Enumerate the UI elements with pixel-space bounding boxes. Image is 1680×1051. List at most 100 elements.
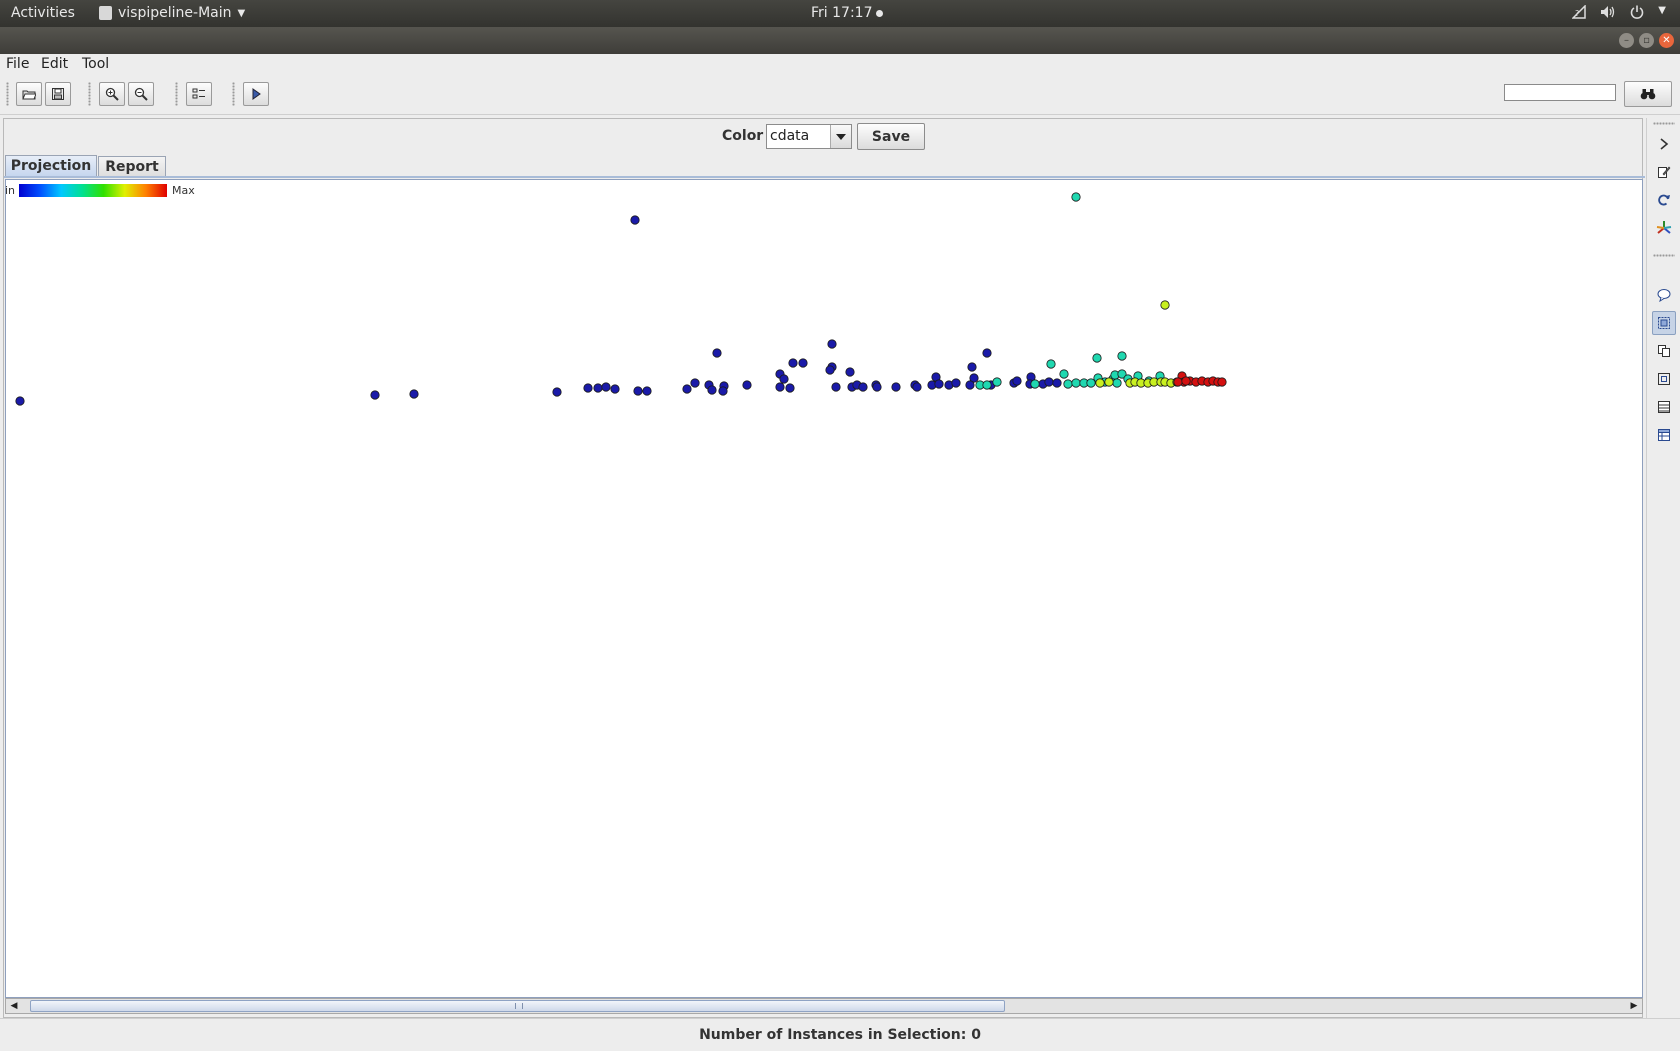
- options-button[interactable]: [186, 82, 212, 106]
- list-icon[interactable]: [1652, 395, 1676, 419]
- projection-point[interactable]: [1181, 376, 1191, 386]
- zoom-in-button[interactable]: [99, 82, 125, 106]
- refresh-icon[interactable]: [1652, 188, 1676, 212]
- close-button[interactable]: ✕: [1659, 33, 1674, 48]
- projection-point[interactable]: [1071, 378, 1081, 388]
- menu-edit[interactable]: Edit: [41, 56, 68, 72]
- projection-point[interactable]: [690, 378, 700, 388]
- arrow-right-icon[interactable]: [1652, 132, 1676, 156]
- projection-canvas[interactable]: [5, 179, 1643, 998]
- projection-point[interactable]: [1117, 351, 1127, 361]
- save-file-button[interactable]: [45, 82, 71, 106]
- projection-point[interactable]: [934, 379, 944, 389]
- projection-point[interactable]: [707, 385, 717, 395]
- projection-point[interactable]: [1104, 377, 1114, 387]
- selection-box-icon[interactable]: [1652, 311, 1676, 335]
- copy-icon[interactable]: [1652, 339, 1676, 363]
- scatter-plot[interactable]: [6, 180, 1642, 997]
- projection-point[interactable]: [779, 374, 789, 384]
- clock[interactable]: Fri 17:17: [811, 5, 884, 21]
- speech-bubble-icon[interactable]: [1652, 283, 1676, 307]
- run-button[interactable]: [243, 82, 269, 106]
- projection-point[interactable]: [409, 389, 419, 399]
- maximize-button[interactable]: ▫: [1639, 33, 1654, 48]
- find-button[interactable]: [1624, 81, 1672, 107]
- projection-point[interactable]: [1059, 369, 1069, 379]
- projection-point[interactable]: [1046, 359, 1056, 369]
- projection-point[interactable]: [712, 348, 722, 358]
- toolbar-grip[interactable]: [6, 82, 9, 106]
- menu-file[interactable]: File: [6, 56, 29, 72]
- toolbar-grip[interactable]: [232, 82, 235, 106]
- projection-point[interactable]: [601, 382, 611, 392]
- color-select[interactable]: cdata: [766, 124, 852, 149]
- projection-point[interactable]: [798, 358, 808, 368]
- projection-point[interactable]: [891, 382, 901, 392]
- projection-point[interactable]: [1095, 378, 1105, 388]
- table-icon[interactable]: [1652, 423, 1676, 447]
- toolbar-grip[interactable]: [88, 82, 91, 106]
- projection-point[interactable]: [642, 386, 652, 396]
- projection-point[interactable]: [1071, 192, 1081, 202]
- toolbar-grip[interactable]: [1653, 254, 1675, 257]
- projection-point[interactable]: [1030, 379, 1040, 389]
- projection-point[interactable]: [552, 387, 562, 397]
- projection-point[interactable]: [682, 384, 692, 394]
- horizontal-scrollbar[interactable]: ◀ ▶: [5, 998, 1643, 1014]
- scroll-left-arrow-icon[interactable]: ◀: [6, 999, 22, 1013]
- edit-icon[interactable]: [1652, 160, 1676, 184]
- projection-point[interactable]: [593, 383, 603, 393]
- projection-point[interactable]: [583, 383, 593, 393]
- menu-tool[interactable]: Tool: [82, 56, 109, 72]
- projection-point[interactable]: [1063, 379, 1073, 389]
- toolbar-grip[interactable]: [175, 82, 178, 106]
- projection-point[interactable]: [982, 348, 992, 358]
- system-tray[interactable]: ? ▼: [1571, 4, 1666, 23]
- toolbar-grip[interactable]: [1653, 122, 1675, 125]
- open-button[interactable]: [16, 82, 42, 106]
- projection-point[interactable]: [1173, 377, 1183, 387]
- minimize-button[interactable]: –: [1619, 33, 1634, 48]
- projection-point[interactable]: [992, 377, 1002, 387]
- projection-point[interactable]: [742, 380, 752, 390]
- projection-point[interactable]: [1112, 378, 1122, 388]
- projection-point[interactable]: [831, 382, 841, 392]
- star-tool-icon[interactable]: [1652, 216, 1676, 240]
- projection-point[interactable]: [951, 378, 961, 388]
- activities-button[interactable]: Activities: [11, 5, 75, 21]
- frame-icon[interactable]: [1652, 367, 1676, 391]
- projection-point[interactable]: [630, 215, 640, 225]
- projection-point[interactable]: [788, 358, 798, 368]
- projection-point[interactable]: [785, 383, 795, 393]
- projection-point[interactable]: [1092, 353, 1102, 363]
- projection-point[interactable]: [370, 390, 380, 400]
- projection-point[interactable]: [827, 339, 837, 349]
- projection-point[interactable]: [967, 362, 977, 372]
- projection-point[interactable]: [1012, 376, 1022, 386]
- search-input[interactable]: [1504, 84, 1616, 101]
- tab-projection[interactable]: Projection: [5, 155, 97, 176]
- projection-point[interactable]: [633, 386, 643, 396]
- projection-point[interactable]: [845, 367, 855, 377]
- scrollbar-thumb[interactable]: [30, 1000, 1005, 1012]
- app-menu[interactable]: vispipeline-Main ▼: [99, 5, 245, 21]
- projection-point[interactable]: [775, 382, 785, 392]
- projection-point[interactable]: [965, 380, 975, 390]
- projection-point[interactable]: [825, 365, 835, 375]
- chevron-down-icon[interactable]: [830, 125, 851, 148]
- projection-point[interactable]: [718, 386, 728, 396]
- projection-point[interactable]: [610, 384, 620, 394]
- projection-point[interactable]: [1217, 377, 1227, 387]
- projection-point[interactable]: [872, 382, 882, 392]
- projection-point[interactable]: [15, 396, 25, 406]
- projection-point[interactable]: [1044, 377, 1054, 387]
- projection-point[interactable]: [858, 382, 868, 392]
- scroll-right-arrow-icon[interactable]: ▶: [1626, 999, 1642, 1013]
- projection-point[interactable]: [982, 380, 992, 390]
- zoom-out-button[interactable]: [128, 82, 154, 106]
- save-button[interactable]: Save: [857, 123, 925, 150]
- tab-report[interactable]: Report: [98, 156, 166, 176]
- projection-point[interactable]: [1160, 300, 1170, 310]
- projection-point[interactable]: [912, 382, 922, 392]
- projection-point[interactable]: [1052, 378, 1062, 388]
